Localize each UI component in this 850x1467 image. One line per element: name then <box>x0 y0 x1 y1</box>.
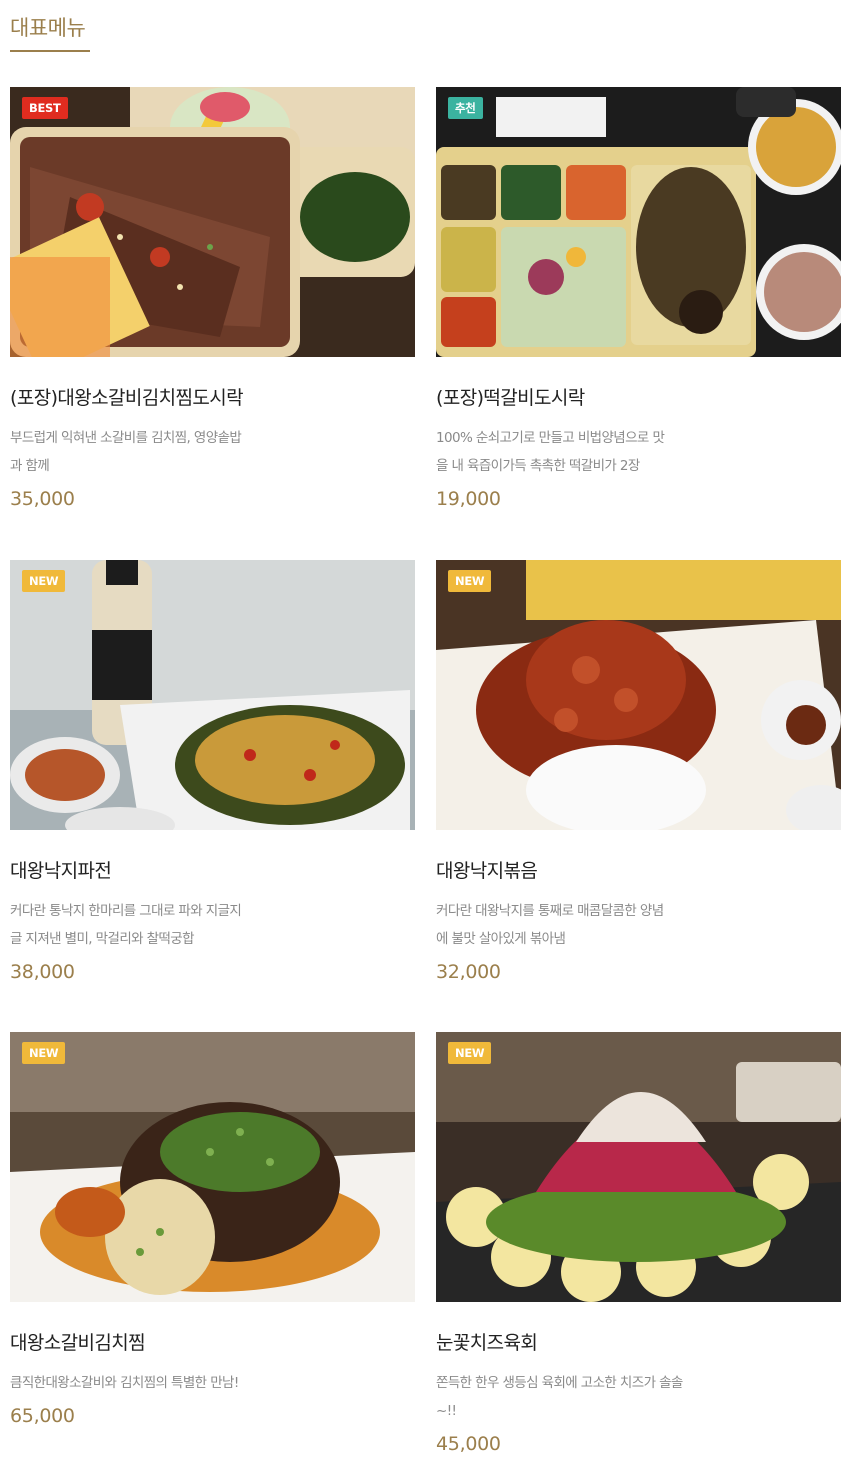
menu-desc-line-2: 과 함께 <box>10 458 50 474</box>
menu-description: 커다란 대왕낙지를 통째로 매콤달콤한 양념 에 불맛 살아있게 볶아냄 <box>436 897 706 953</box>
menu-photo-6[interactable]: NEW <box>436 1032 841 1302</box>
menu-desc-line-1: 큼직한대왕소갈비와 김치찜의 특별한 만남! <box>10 1375 239 1391</box>
menu-desc-line-1: 커다란 대왕낙지를 통째로 매콤달콤한 양념 <box>436 903 664 919</box>
menu-price: 19,000 <box>436 488 501 510</box>
menu-desc-line-2: 글 지져낸 별미, 막걸리와 찰떡궁합 <box>10 931 195 947</box>
menu-price: 65,000 <box>10 1405 75 1427</box>
menu-name[interactable]: 눈꽃치즈육회 <box>436 1328 841 1355</box>
menu-card-6[interactable]: NEW 눈꽃치즈육회 쫀득한 한우 생등심 육회에 고소한 치즈가 솔솔 ~!!… <box>436 1032 841 1455</box>
menu-photo-3[interactable]: NEW <box>10 560 415 830</box>
menu-card-3[interactable]: NEW 대왕낙지파전 커다란 통낙지 한마리를 그대로 파와 지글지 글 지져낸… <box>10 560 415 983</box>
menu-desc-line-1: 부드럽게 익혀낸 소갈비를 김치찜, 영양솥밥 <box>10 430 242 446</box>
menu-desc-line-1: 커다란 통낙지 한마리를 그대로 파와 지글지 <box>10 903 242 919</box>
badge-new: NEW <box>22 570 66 592</box>
menu-price: 38,000 <box>10 961 75 983</box>
section-title: 대표메뉴 <box>10 16 86 40</box>
menu-description: 쫀득한 한우 생등심 육회에 고소한 치즈가 솔솔 ~!! <box>436 1369 706 1425</box>
menu-desc-line-2: 을 내 육즙이가득 촉촉한 떡갈비가 2장 <box>436 458 640 474</box>
menu-card-4[interactable]: NEW 대왕낙지볶음 커다란 대왕낙지를 통째로 매콤달콤한 양념 에 불맛 살… <box>436 560 841 983</box>
menu-card-5[interactable]: NEW 대왕소갈비김치찜 큼직한대왕소갈비와 김치찜의 특별한 만남! 65,0… <box>10 1032 415 1427</box>
menu-name[interactable]: 대왕낙지파전 <box>10 856 415 883</box>
menu-price: 35,000 <box>10 488 75 510</box>
menu-description: 100% 순쇠고기로 만들고 비법양념으로 맛 을 내 육즙이가득 촉촉한 떡갈… <box>436 424 706 480</box>
menu-description: 큼직한대왕소갈비와 김치찜의 특별한 만남! <box>10 1369 280 1397</box>
badge-best: BEST <box>22 97 68 119</box>
menu-name[interactable]: 대왕소갈비김치찜 <box>10 1328 415 1355</box>
badge-new: NEW <box>22 1042 66 1064</box>
menu-desc-line-2: ~!! <box>436 1403 457 1419</box>
badge-new: NEW <box>448 570 492 592</box>
menu-photo-2[interactable]: 추천 <box>436 87 841 357</box>
menu-photo-5[interactable]: NEW <box>10 1032 415 1302</box>
menu-name[interactable]: (포장)떡갈비도시락 <box>436 383 841 410</box>
menu-description: 커다란 통낙지 한마리를 그대로 파와 지글지 글 지져낸 별미, 막걸리와 찰… <box>10 897 280 953</box>
menu-card-2[interactable]: 추천 (포장)떡갈비도시락 100% 순쇠고기로 만들고 비법양념으로 맛 을 … <box>436 87 841 510</box>
menu-price: 32,000 <box>436 961 501 983</box>
menu-desc-line-2: 에 불맛 살아있게 볶아냄 <box>436 931 566 947</box>
section-title-underline <box>10 50 90 52</box>
menu-photo-4[interactable]: NEW <box>436 560 841 830</box>
menu-desc-line-1: 100% 순쇠고기로 만들고 비법양념으로 맛 <box>436 430 665 446</box>
menu-price: 45,000 <box>436 1433 501 1455</box>
menu-desc-line-1: 쫀득한 한우 생등심 육회에 고소한 치즈가 솔솔 <box>436 1375 683 1391</box>
menu-photo-1[interactable]: BEST <box>10 87 415 357</box>
menu-description: 부드럽게 익혀낸 소갈비를 김치찜, 영양솥밥 과 함께 <box>10 424 280 480</box>
menu-name[interactable]: (포장)대왕소갈비김치찜도시락 <box>10 383 415 410</box>
badge-new: NEW <box>448 1042 492 1064</box>
menu-name[interactable]: 대왕낙지볶음 <box>436 856 841 883</box>
menu-card-1[interactable]: BEST (포장)대왕소갈비김치찜도시락 부드럽게 익혀낸 소갈비를 김치찜, … <box>10 87 415 510</box>
badge-recommend: 추천 <box>448 97 483 119</box>
